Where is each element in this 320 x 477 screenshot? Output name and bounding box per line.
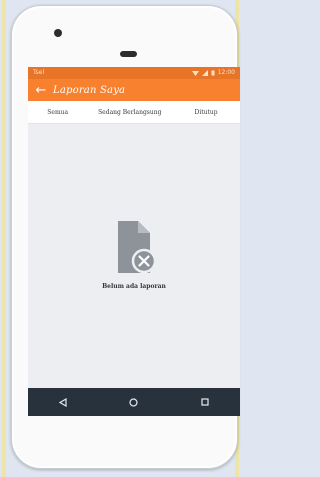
tab-semua[interactable]: Semua bbox=[28, 109, 87, 116]
nav-recents-button[interactable] bbox=[190, 392, 220, 412]
carrier-label: Tsel bbox=[33, 69, 45, 76]
signal-icon bbox=[201, 70, 208, 76]
wifi-icon bbox=[191, 71, 199, 76]
clock-label: 12:00 bbox=[217, 69, 235, 76]
status-bar: Tsel 12:00 bbox=[28, 67, 240, 79]
nav-home-button[interactable] bbox=[119, 392, 149, 412]
battery-icon bbox=[211, 70, 215, 76]
circle-home-icon bbox=[129, 397, 139, 407]
empty-message: Belum ada laporan bbox=[102, 283, 166, 290]
arrow-left-icon[interactable]: ← bbox=[31, 83, 51, 98]
tab-ditutup[interactable]: Ditutup bbox=[172, 109, 240, 116]
nav-back-button[interactable] bbox=[48, 392, 78, 412]
tab-sedang-berlangsung[interactable]: Sedang Berlangsung bbox=[87, 109, 172, 116]
speaker-grille bbox=[120, 51, 137, 57]
empty-state: Belum ada laporan bbox=[28, 221, 240, 290]
square-recents-icon bbox=[201, 398, 209, 406]
document-remove-icon bbox=[118, 221, 157, 274]
status-icons: 12:00 bbox=[191, 67, 235, 79]
app-screen: Tsel 12:00 ← Laporan Saya Semua Sedang B… bbox=[28, 67, 240, 416]
tab-bar: Semua Sedang Berlangsung Ditutup bbox=[28, 101, 240, 124]
triangle-back-icon bbox=[59, 397, 67, 407]
phone-frame: Tsel 12:00 ← Laporan Saya Semua Sedang B… bbox=[11, 5, 240, 469]
front-camera bbox=[54, 29, 62, 37]
page-title: Laporan Saya bbox=[53, 84, 126, 96]
background-stripe-left bbox=[2, 0, 6, 477]
app-bar: ← Laporan Saya bbox=[28, 79, 240, 101]
navigation-bar bbox=[28, 388, 240, 416]
